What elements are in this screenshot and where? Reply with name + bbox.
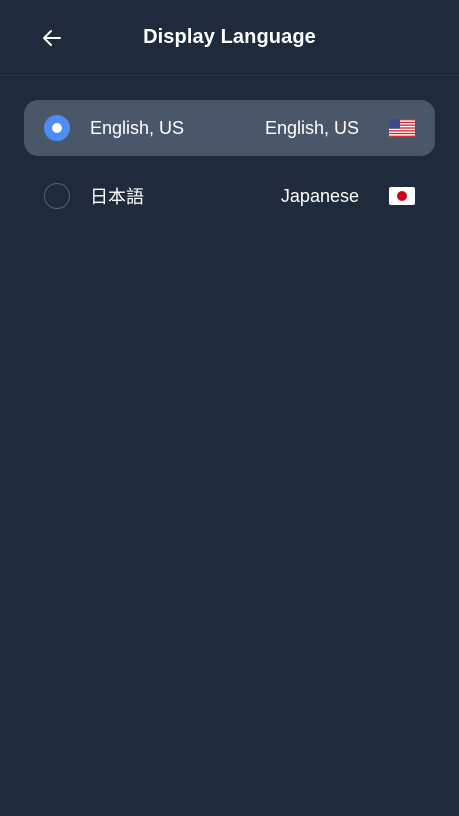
language-english-name: English, US — [264, 117, 359, 138]
japan-flag-icon — [389, 187, 415, 205]
arrow-left-icon — [43, 30, 61, 46]
radio-unselected[interactable] — [44, 183, 70, 209]
radio-selected[interactable] — [44, 115, 70, 141]
language-list: English, US English, US 日本語 Japanese — [0, 76, 459, 224]
language-option-english-us[interactable]: English, US English, US — [24, 100, 435, 156]
language-native-name: 日本語 — [90, 187, 144, 207]
back-button[interactable] — [36, 22, 68, 54]
page-title: Display Language — [143, 26, 316, 48]
language-option-japanese[interactable]: 日本語 Japanese — [24, 168, 435, 224]
language-native-name: English, US — [90, 117, 185, 138]
display-language-screen: Display Language English, US English, US — [0, 0, 459, 816]
us-flag-icon — [389, 119, 415, 137]
language-english-name: Japanese — [280, 185, 359, 206]
radio-dot — [52, 123, 62, 133]
header-bar: Display Language — [0, 0, 459, 76]
